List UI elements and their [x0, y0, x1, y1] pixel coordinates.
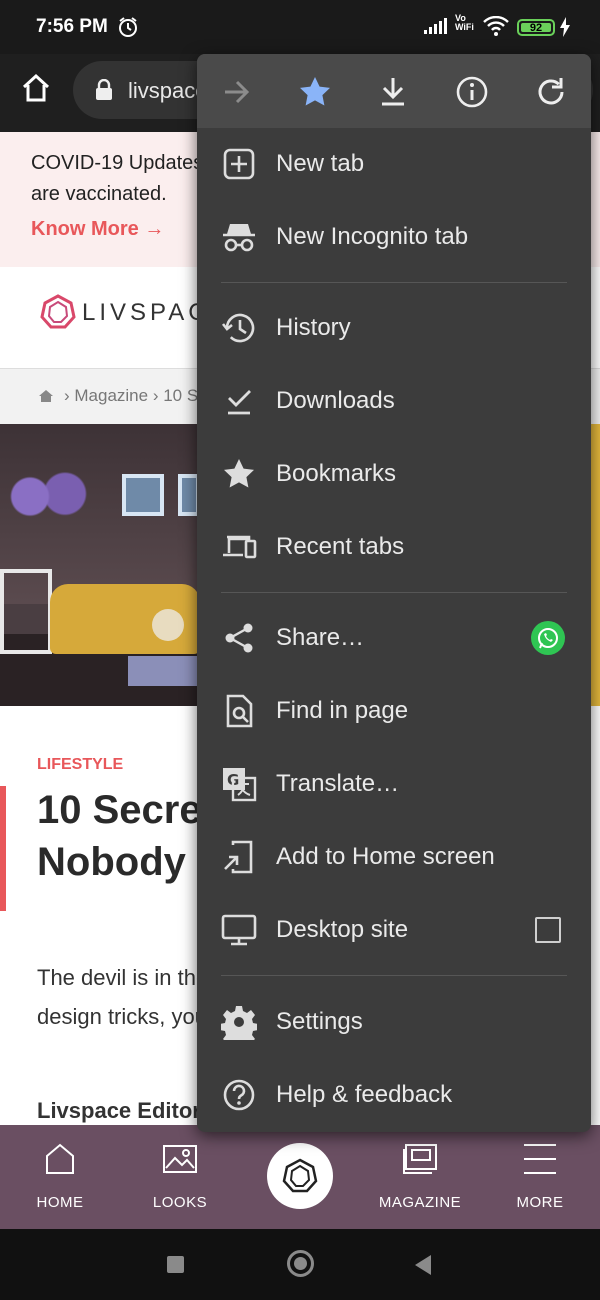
- menu-add-to-home-screen[interactable]: Add to Home screen: [197, 821, 591, 894]
- know-more-link[interactable]: Know More →: [31, 218, 164, 241]
- vowifi-bottom: WiFi: [455, 22, 474, 32]
- livspace-center-button[interactable]: [267, 1143, 333, 1209]
- translate-icon: G: [221, 766, 257, 802]
- charging-icon: [559, 17, 571, 42]
- menu-new-incognito-tab[interactable]: New Incognito tab: [197, 201, 591, 274]
- status-time: 7:56 PM: [36, 16, 108, 37]
- recent-tabs-icon: [221, 529, 257, 565]
- menu-divider: [221, 282, 567, 283]
- menu-item-label: Help & feedback: [276, 1081, 453, 1108]
- menu-icon-row: [197, 54, 591, 128]
- hamburger-icon: [522, 1141, 558, 1182]
- image-icon: [162, 1141, 198, 1182]
- menu-item-label: Downloads: [276, 387, 395, 414]
- incognito-icon: [221, 219, 257, 255]
- menu-item-label: Desktop site: [276, 916, 409, 943]
- new-tab-icon: [221, 146, 257, 182]
- hero-flowers: [0, 469, 100, 524]
- menu-recent-tabs[interactable]: Recent tabs: [197, 511, 591, 584]
- hero-shelf: [0, 569, 52, 654]
- recents-button[interactable]: [167, 1256, 184, 1273]
- breadcrumb-home-icon[interactable]: [38, 388, 54, 409]
- menu-item-label: Translate…: [276, 770, 400, 797]
- menu-divider: [221, 592, 567, 593]
- settings-icon: [220, 1004, 258, 1047]
- info-icon[interactable]: [454, 74, 490, 110]
- nav-more[interactable]: MORE: [480, 1125, 600, 1229]
- refresh-icon[interactable]: [533, 74, 569, 110]
- nav-magazine-label: MAGAZINE: [378, 1194, 462, 1211]
- menu-find-in-page[interactable]: Find in page: [197, 675, 591, 748]
- menu-item-label: Find in page: [276, 697, 409, 724]
- livspace-logo-icon[interactable]: [40, 294, 76, 335]
- status-bar: 7:56 PM Vo WiFi 92: [0, 0, 600, 54]
- menu-translate[interactable]: G Translate…: [197, 748, 591, 821]
- hero-yellow-strip: [590, 424, 600, 706]
- menu-history[interactable]: History: [197, 292, 591, 365]
- article-accent-bar: [0, 786, 6, 911]
- android-nav-bar: [0, 1229, 600, 1300]
- home-button[interactable]: [20, 72, 52, 109]
- whatsapp-icon[interactable]: [531, 621, 565, 655]
- menu-item-label: Settings: [276, 1008, 363, 1035]
- nav-home[interactable]: HOME: [0, 1125, 120, 1229]
- covid-text-line2: are vaccinated.: [31, 183, 167, 205]
- help-icon: [221, 1077, 257, 1113]
- forward-icon[interactable]: [219, 74, 255, 110]
- battery-icon: 92: [517, 19, 555, 36]
- menu-share[interactable]: Share…: [197, 602, 591, 675]
- hero-table: [128, 656, 200, 686]
- nav-looks[interactable]: LOOKS: [120, 1125, 240, 1229]
- lock-icon: [95, 78, 113, 106]
- bookmarks-icon: [221, 456, 257, 492]
- nav-more-label: MORE: [516, 1194, 564, 1211]
- menu-help-feedback[interactable]: Help & feedback: [197, 1059, 591, 1132]
- desktop-site-checkbox[interactable]: [535, 917, 561, 943]
- menu-item-label: Add to Home screen: [276, 843, 495, 870]
- browser-overflow-menu: New tab New Incognito tab History Downlo…: [197, 54, 591, 1132]
- battery-level: 92: [521, 23, 551, 34]
- history-icon: [221, 310, 257, 346]
- menu-item-label: New Incognito tab: [276, 223, 469, 250]
- alarm-icon: [117, 16, 139, 43]
- menu-downloads[interactable]: Downloads: [197, 365, 591, 438]
- menu-divider: [221, 975, 567, 976]
- back-button[interactable]: [413, 1254, 433, 1281]
- hero-globe: [152, 609, 184, 641]
- signal-icon: [424, 18, 448, 39]
- article-category[interactable]: LIFESTYLE: [37, 756, 123, 774]
- share-icon: [221, 620, 257, 656]
- nav-looks-label: LOOKS: [152, 1194, 208, 1211]
- android-home-button[interactable]: [287, 1250, 314, 1277]
- find-in-page-icon: [221, 693, 257, 729]
- home-icon: [42, 1141, 78, 1182]
- nav-magazine[interactable]: MAGAZINE: [360, 1125, 480, 1229]
- magazine-icon: [402, 1141, 438, 1182]
- menu-new-tab[interactable]: New tab: [197, 128, 591, 201]
- nav-home-label: HOME: [36, 1194, 84, 1211]
- menu-item-label: New tab: [276, 150, 365, 177]
- menu-item-label: Share…: [276, 624, 365, 651]
- add-to-home-icon: [221, 839, 257, 875]
- download-icon[interactable]: [375, 74, 411, 110]
- menu-desktop-site[interactable]: Desktop site: [197, 894, 591, 967]
- menu-bookmarks[interactable]: Bookmarks: [197, 438, 591, 511]
- menu-item-label: History: [276, 314, 351, 341]
- site-bottom-nav: HOME LOOKS MAGAZINE MORE: [0, 1125, 600, 1229]
- menu-item-label: Bookmarks: [276, 460, 397, 487]
- desktop-icon: [221, 912, 257, 948]
- menu-item-label: Recent tabs: [276, 533, 405, 560]
- menu-settings[interactable]: Settings: [197, 986, 591, 1059]
- bookmark-star-icon[interactable]: [297, 74, 333, 110]
- wifi-icon: [483, 15, 509, 41]
- vowifi-label: Vo WiFi: [455, 14, 474, 32]
- hero-frame: [122, 474, 164, 516]
- downloads-icon: [221, 383, 257, 419]
